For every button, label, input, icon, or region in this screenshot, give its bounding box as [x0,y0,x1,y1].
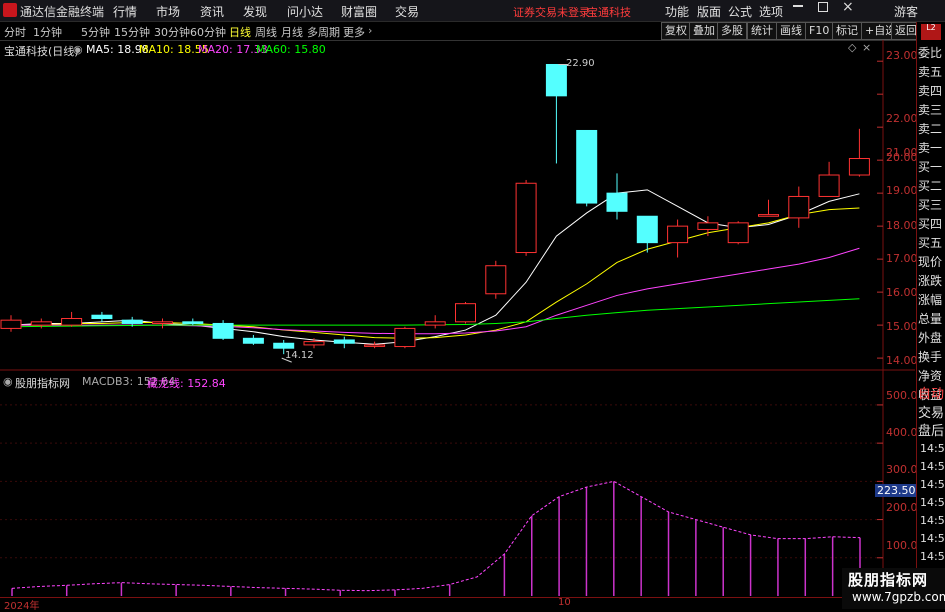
sub-y-tick: 100.0 [886,539,918,552]
candle-body [121,319,143,324]
sub-chart-title: 股朋指标网 [15,377,70,390]
candle-body [485,265,507,295]
candle-body [606,192,628,212]
candle-body [303,341,325,346]
close-pane-icon[interactable]: × [862,41,871,54]
quote-field-label: 卖四 [918,84,943,98]
quote-field-label: 买二 [918,179,943,193]
candle-body [758,214,779,217]
candle-body [636,215,658,244]
trade-time: 14:56 [920,442,945,455]
quote-field-label: 卖一 [918,141,943,155]
candle-body [667,225,689,244]
trade-time: 14:56 [920,460,945,473]
trade-time: 14:56 [920,550,945,563]
low-price-label: 14.12 [285,350,314,361]
candle-body [697,222,719,230]
quote-field-list: 委比 卖五 卖四 卖三 卖二 卖一 买一 买二 买三 买四 买五 现价 涨跌 涨幅 总量 外盘 换手 净资 收益 [918,44,945,405]
candle-body [818,174,840,197]
x-axis-bar [0,597,915,610]
quote-field-label: 卖三 [918,103,943,117]
settings-dot-icon[interactable]: ◉ [73,43,83,56]
sub-y-tick: 200.0 [886,501,918,514]
chart-title: 宝通科技(日线) [4,45,79,58]
candle-body [727,222,749,244]
sub-y-tick: 400.0 [886,426,918,439]
candle-body [212,322,234,339]
quote-field-label: 卖二 [918,122,943,136]
quote-field-label: 涨幅 [918,293,943,307]
candle-body [273,342,295,349]
quote-field-label: 总量 [918,312,943,326]
auto-label[interactable]: 自动 [918,383,944,402]
current-value-badge: 223.50 [875,484,918,497]
x-label-month: 10 [558,597,571,608]
candle-body [424,321,446,326]
candle-body [788,195,810,219]
trade-time: 14:56 [920,496,945,509]
candle-body [576,129,598,204]
candle-body [394,327,416,348]
candle-body [242,337,264,344]
quote-field-label: 买三 [918,198,943,212]
level-badge-icon: L2 [921,24,941,40]
quote-field-label: 买四 [918,217,943,231]
quote-field-label: 买五 [918,236,943,250]
sub-y-tick: 500.0 [886,389,918,402]
candle-body [515,182,537,254]
candle-body [364,344,386,347]
candle-body [61,318,83,326]
sub-settings-icon[interactable]: ◉ [3,375,13,388]
candle-body [848,158,870,176]
quote-field-label: 买一 [918,160,943,174]
high-price-label: 22.90 [566,58,595,69]
chart-canvas[interactable] [0,0,945,609]
candle-body [545,63,567,97]
quote-field-label: 委比 [918,46,943,60]
after-hours-label: 盘后 [918,424,945,439]
trade-time: 14:56 [920,532,945,545]
candle-body [333,339,355,344]
x-label-year: 2024年 [4,601,40,612]
quote-field-label: 外盘 [918,331,943,345]
quote-field-label: 涨跌 [918,274,943,288]
canglong-line [11,480,861,592]
candle-body [152,321,173,324]
quote-field-label: 现价 [918,255,943,269]
candle-body [91,314,113,320]
candle-body [455,303,476,323]
trade-time: 14:56 [920,514,945,527]
ma60-label: MA60: 15.80 [256,43,326,56]
candle-body [0,319,22,329]
watermark-title: 股朋指标网 [848,571,929,589]
candle-body [182,321,204,324]
canglong-label: 藏龙线: 152.84 [147,377,226,390]
candle-body [30,321,52,326]
quote-field-label: 卖五 [918,65,943,79]
sub-y-tick: 300.0 [886,463,918,476]
quote-field-label: 换手 [918,350,943,364]
trade-time: 14:56 [920,478,945,491]
expand-icon[interactable]: ◇ [848,41,856,54]
watermark-url: www.7gpzb.com [852,590,945,604]
trade-label: 交易 [918,406,945,421]
